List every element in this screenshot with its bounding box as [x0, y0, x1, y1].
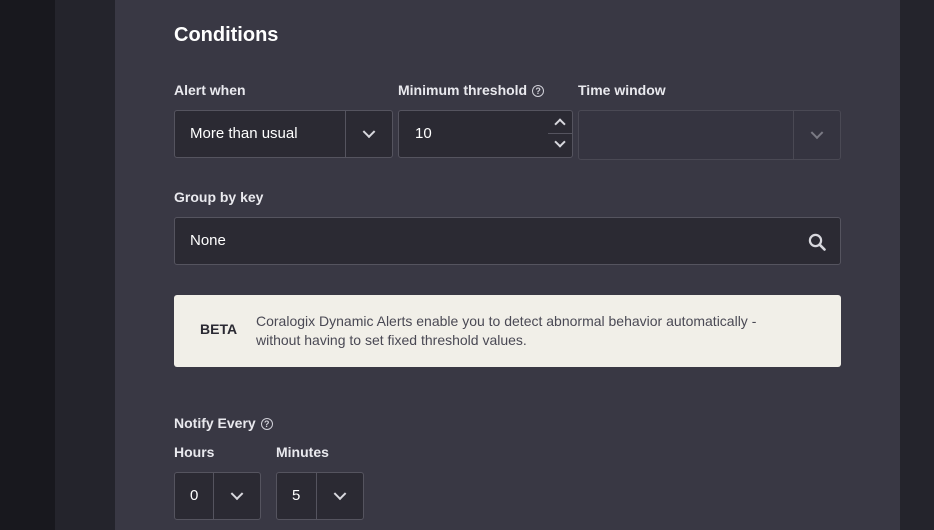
app-sidebar-background — [0, 0, 55, 530]
minimum-threshold-label-text: Minimum threshold — [398, 82, 528, 98]
sidebar-panel-background — [55, 0, 115, 530]
minutes-dropdown-toggle[interactable] — [316, 473, 363, 519]
group-by-key-search[interactable]: None — [174, 217, 841, 265]
alert-when-select[interactable]: More than usual — [174, 110, 393, 158]
threshold-stepper[interactable] — [548, 111, 572, 157]
hours-value: 0 — [190, 487, 199, 504]
beta-notice-text: Coralogix Dynamic Alerts enable you to d… — [256, 313, 757, 348]
notify-every-label: Notify Every? — [174, 415, 273, 431]
alert-when-dropdown-toggle[interactable] — [345, 111, 392, 157]
group-by-key-value: None — [190, 232, 226, 249]
minimum-threshold-label: Minimum threshold? — [398, 82, 545, 98]
notify-every-label-text: Notify Every — [174, 415, 256, 431]
chevron-down-icon — [333, 487, 347, 501]
time-window-dropdown-toggle[interactable] — [793, 111, 840, 159]
conditions-panel — [115, 0, 900, 530]
group-by-key-label: Group by key — [174, 189, 264, 205]
beta-notice: BETA Coralogix Dynamic Alerts enable you… — [174, 295, 841, 367]
hours-label: Hours — [174, 444, 215, 460]
search-icon[interactable] — [808, 233, 826, 251]
minimum-threshold-input[interactable]: 10 — [398, 110, 573, 158]
time-window-label: Time window — [578, 82, 666, 98]
minutes-label: Minutes — [276, 444, 329, 460]
right-gutter — [900, 0, 934, 530]
minutes-value: 5 — [292, 487, 301, 504]
question-circle-icon[interactable]: ? — [260, 418, 273, 430]
time-window-select[interactable] — [578, 110, 841, 160]
stepper-up-icon[interactable] — [548, 111, 572, 134]
chevron-down-icon — [230, 487, 244, 501]
alert-when-label: Alert when — [174, 82, 246, 98]
alert-when-value: More than usual — [190, 125, 298, 142]
chevron-down-icon — [362, 125, 376, 139]
minimum-threshold-value: 10 — [415, 125, 432, 142]
hours-dropdown-toggle[interactable] — [213, 473, 260, 519]
section-title: Conditions — [174, 24, 279, 46]
minutes-select[interactable]: 5 — [276, 472, 364, 520]
stepper-down-icon[interactable] — [548, 134, 572, 156]
question-circle-icon[interactable]: ? — [532, 85, 545, 97]
hours-select[interactable]: 0 — [174, 472, 261, 520]
chevron-down-icon — [810, 126, 824, 140]
beta-badge: BETA — [200, 321, 238, 337]
